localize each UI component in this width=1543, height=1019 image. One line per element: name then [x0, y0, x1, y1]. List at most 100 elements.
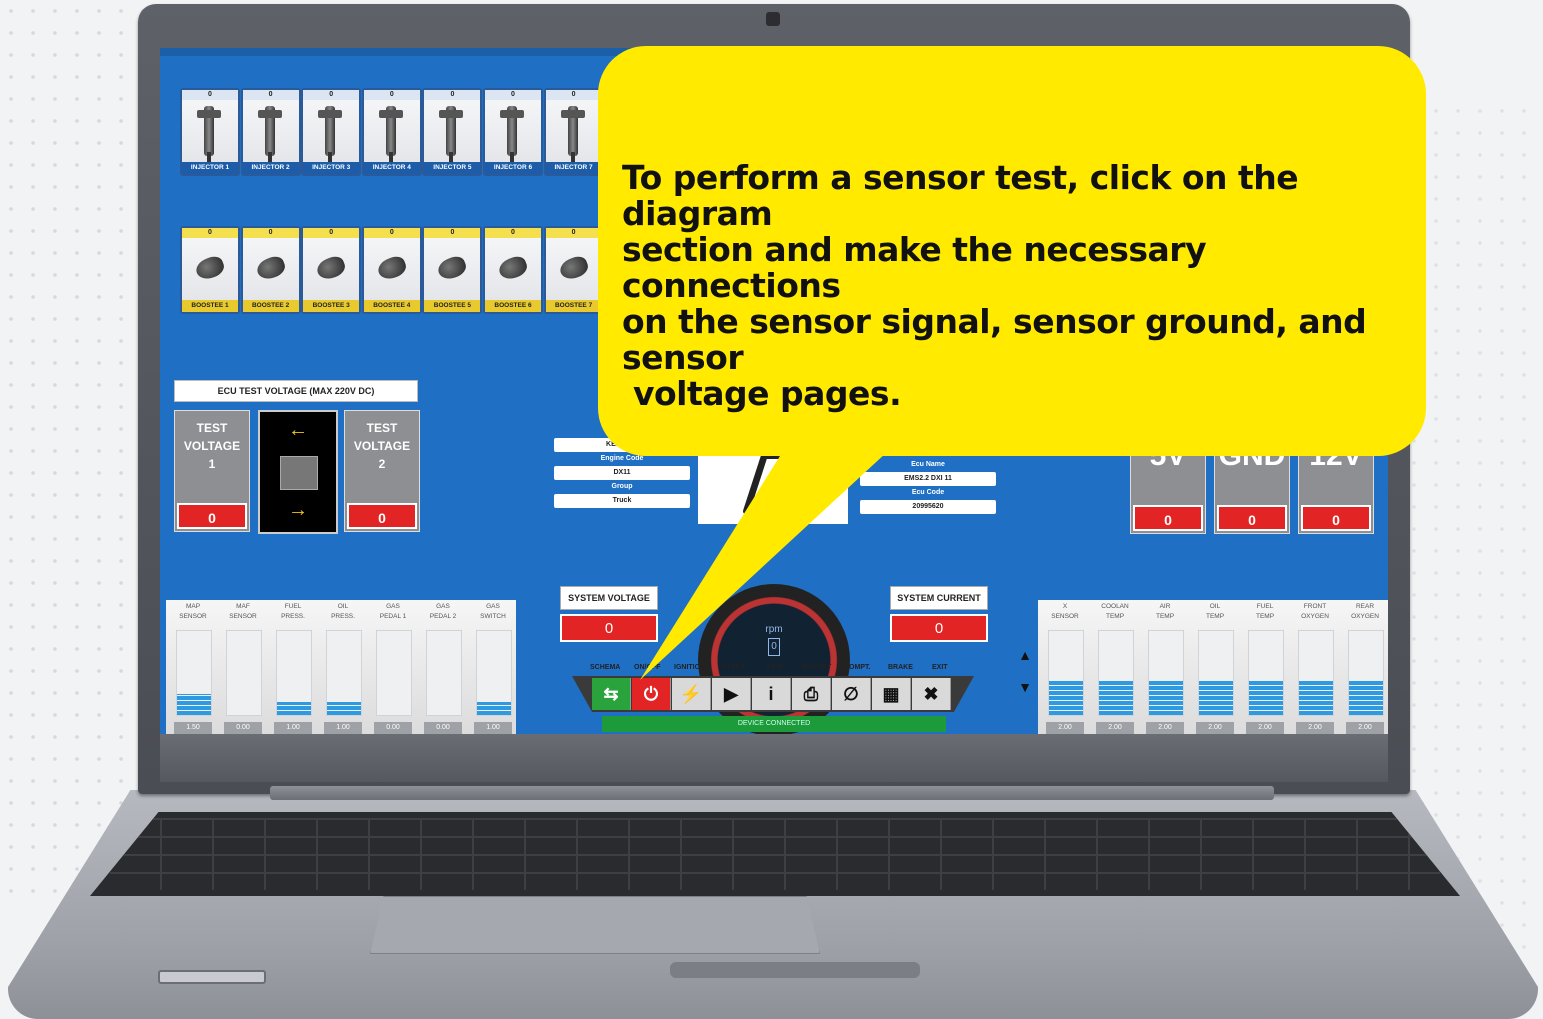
sensor-bar [176, 630, 212, 716]
brake-button[interactable]: ▦ [872, 678, 911, 710]
test-voltage-1-panel[interactable]: TEST VOLTAGE 1 0 [174, 410, 250, 532]
callout-text: To perform a sensor test, click on the d… [622, 158, 1367, 413]
sensor-value: 2.00 [1046, 722, 1084, 734]
booster-card-5[interactable]: 0 BOOSTEE 5 [422, 226, 483, 314]
system-voltage-value: 0 [560, 614, 658, 642]
label-compt: COMPT. [844, 664, 871, 671]
sensor-bar [1298, 630, 1334, 716]
left-sensor-1[interactable]: MAP SENSOR 1.50 [170, 600, 216, 734]
label-exit: EXIT [932, 664, 948, 671]
power-button[interactable]: ⏻ [632, 678, 671, 710]
card-image [485, 100, 541, 162]
sensor-value: 2.00 [1296, 722, 1334, 734]
sensor-value: 1.00 [474, 722, 512, 734]
start-button[interactable]: ▶ [712, 678, 751, 710]
right-sensor-7[interactable]: REAR OXYGEN 2.00 [1342, 600, 1388, 734]
card-image [363, 238, 420, 300]
label-brake: BRAKE [888, 664, 913, 671]
left-sensor-7[interactable]: GAS SWITCH 1.00 [470, 600, 516, 734]
sensor-bar [476, 630, 512, 716]
sensor-label: FUEL PRESS. [281, 603, 305, 620]
card-label: BOOSTEE 1 [182, 300, 238, 312]
system-voltage-label: SYSTEM VOLTAGE [560, 586, 658, 610]
screen-bezel [160, 734, 1388, 782]
card-label: BOOSTEE 6 [485, 300, 541, 312]
right-sensor-1[interactable]: X SENSOR 2.00 [1042, 600, 1088, 734]
right-sensor-3[interactable]: AIR TEMP 2.00 [1142, 600, 1188, 734]
booster-icon [375, 253, 409, 283]
left-sensor-6[interactable]: GAS PEDAL 2 0.00 [420, 600, 466, 734]
card-value: 0 [242, 90, 299, 100]
card-image [363, 100, 420, 162]
left-sensor-5[interactable]: GAS PEDAL 1 0.00 [370, 600, 416, 734]
booster-card-2[interactable]: 0 BOOSTEE 2 [240, 226, 301, 314]
sensor-bar-fill [1249, 681, 1283, 715]
sensor-label: FUEL TEMP [1255, 603, 1275, 620]
injector-card-6[interactable]: 0 INJECTOR 6 [483, 88, 543, 176]
card-label: BOOSTEE 3 [303, 300, 360, 312]
sensor-bar-fill [1349, 681, 1383, 715]
schema-button[interactable]: ⇆ [592, 678, 631, 710]
injector-card-4[interactable]: 0 INJECTOR 4 [361, 88, 422, 176]
card-image [303, 100, 360, 162]
booster-card-4[interactable]: 0 BOOSTEE 4 [361, 226, 422, 314]
scroll-up-icon[interactable]: ▲ [1016, 648, 1034, 662]
injector-card-3[interactable]: 0 INJECTOR 3 [301, 88, 362, 176]
right-sensor-5[interactable]: FUEL TEMP 2.00 [1242, 600, 1288, 734]
card-image [182, 100, 238, 162]
test-voltage-2-panel[interactable]: TEST VOLTAGE 2 0 [344, 410, 420, 532]
booster-card-7[interactable]: 0 BOOSTEE 7 [543, 226, 604, 314]
compression-button[interactable]: ∅ [832, 678, 871, 710]
left-sensor-2[interactable]: MAF SENSOR 0.00 [220, 600, 266, 734]
ignition-button[interactable]: ⚡ [672, 678, 711, 710]
report-button[interactable]: ⎙ [792, 678, 831, 710]
power-box-value: 0 [1301, 505, 1371, 531]
booster-icon [435, 253, 469, 283]
sensor-value: 2.00 [1146, 722, 1184, 734]
right-sensor-2[interactable]: COOLAN TEMP 2.00 [1092, 600, 1138, 734]
booster-icon [557, 253, 591, 283]
card-label: INJECTOR 2 [242, 162, 299, 174]
card-label: BOOSTEE 5 [424, 300, 481, 312]
card-label: INJECTOR 6 [485, 162, 541, 174]
booster-card-6[interactable]: 0 BOOSTEE 6 [483, 226, 543, 314]
ecu-module-button[interactable]: ← → [258, 410, 338, 534]
injector-card-2[interactable]: 0 INJECTOR 2 [240, 88, 301, 176]
card-label: BOOSTEE 4 [363, 300, 420, 312]
card-value: 0 [545, 228, 602, 238]
sensor-label: GAS SWITCH [480, 603, 506, 620]
ecu-test-voltage-title: ECU TEST VOLTAGE (MAX 220V DC) [174, 380, 418, 402]
system-current-panel: SYSTEM CURRENT 0 [890, 586, 988, 646]
card-image [485, 238, 541, 300]
exit-button[interactable]: ✖ [912, 678, 951, 710]
left-sensor-4[interactable]: OIL PRESS. 1.00 [320, 600, 366, 734]
left-sensor-3[interactable]: FUEL PRESS. 1.00 [270, 600, 316, 734]
card-label: INJECTOR 1 [182, 162, 238, 174]
rpm-label: rpm [765, 624, 783, 635]
engine-code-value: DX11 [554, 466, 690, 480]
ecu-name-value: EMS2.2 DXI 11 [860, 472, 996, 486]
sensor-bar [1148, 630, 1184, 716]
sensor-label: FRONT OXYGEN [1301, 603, 1329, 620]
injector-icon [500, 106, 524, 162]
right-sensor-panel: X SENSOR 2.00 COOLAN TEMP 2.00 AIR TEMP 2.00 O… [1038, 600, 1388, 734]
label-report: REPORT [802, 664, 832, 671]
info-button[interactable]: i [752, 678, 791, 710]
right-sensor-4[interactable]: OIL TEMP 2.00 [1192, 600, 1238, 734]
arrow-left-icon: ← [288, 419, 308, 441]
card-image [545, 238, 602, 300]
booster-card-1[interactable]: 0 BOOSTEE 1 [180, 226, 240, 314]
injector-card-1[interactable]: 0 INJECTOR 1 [180, 88, 240, 176]
right-sensor-6[interactable]: FRONT OXYGEN 2.00 [1292, 600, 1338, 734]
sensor-label: GAS PEDAL 1 [379, 603, 407, 620]
group-header: Group [611, 483, 633, 490]
card-image [182, 238, 238, 300]
booster-card-3[interactable]: 0 BOOSTEE 3 [301, 226, 362, 314]
injector-card-7[interactable]: 0 INJECTOR 7 [543, 88, 604, 176]
injector-card-5[interactable]: 0 INJECTOR 5 [422, 88, 483, 176]
card-value: 0 [303, 228, 360, 238]
sensor-label: COOLAN TEMP [1101, 603, 1129, 620]
sensor-bar-fill [1099, 681, 1133, 715]
scroll-down-icon[interactable]: ▼ [1016, 680, 1034, 694]
booster-icon [496, 253, 530, 283]
